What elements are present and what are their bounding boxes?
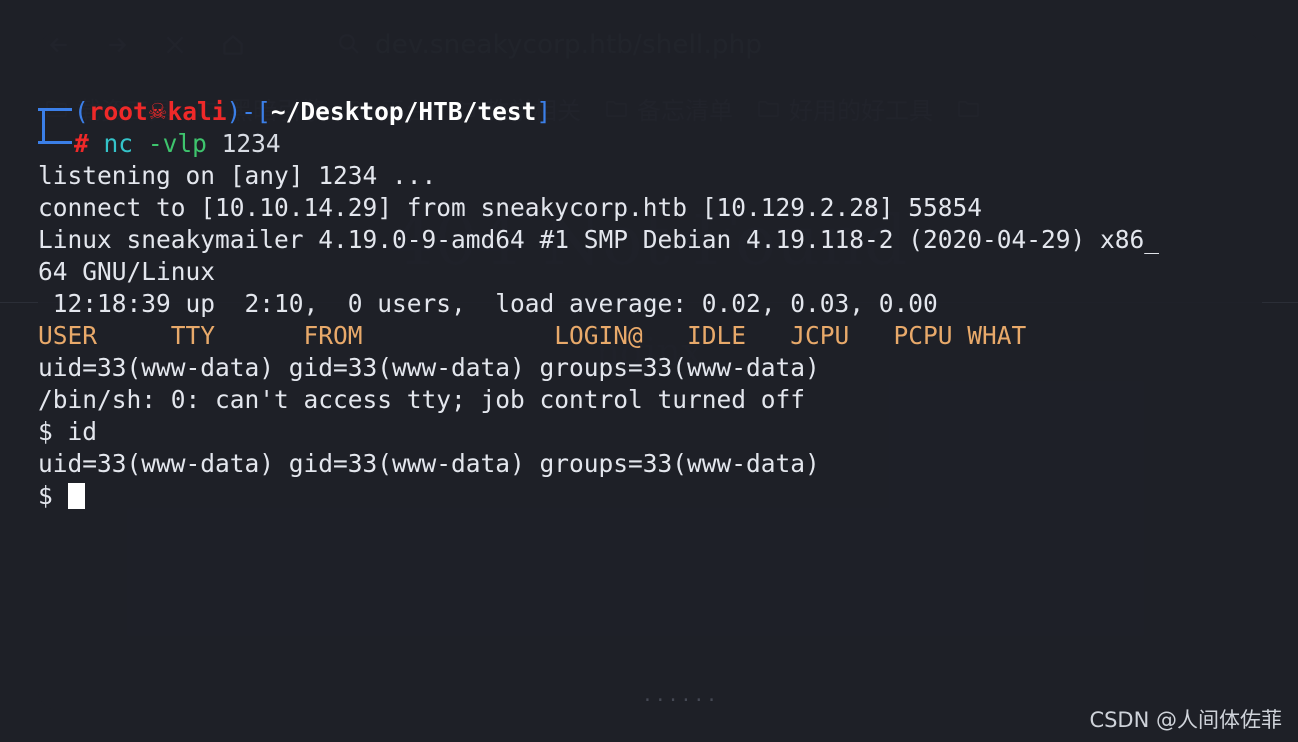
prompt-host: kali [167, 97, 227, 126]
output-line: listening on [any] 1234 ... [38, 161, 437, 190]
prompt-bracket-open: [ [256, 97, 271, 126]
scroll-dots-indicator: ······ [642, 690, 720, 710]
prompt-paren-open: ( [74, 97, 89, 126]
prompt-line-path: (root☠kali)-[~/Desktop/HTB/test] [38, 96, 551, 129]
shell-prompt-symbol: $ [38, 481, 53, 510]
shell-prompt-active[interactable]: $ [38, 480, 1262, 512]
shell-prompt-line: $ id [38, 416, 1262, 448]
w-command-header: USER TTY FROM LOGIN@ IDLE JCPU PCPU WHAT [38, 321, 1027, 350]
prompt-paren-close: ) [226, 97, 242, 126]
prompt-corner-top [38, 108, 72, 111]
output-line-id-result: uid=33(www-data) gid=33(www-data) groups… [38, 449, 820, 478]
prompt-corner-bottom [38, 141, 72, 144]
terminal-body[interactable]: (root☠kali)-[~/Desktop/HTB/test] # nc -v… [38, 58, 1262, 710]
output-line-id: uid=33(www-data) gid=33(www-data) groups… [38, 353, 820, 382]
csdn-watermark: CSDN @人间体佐菲 [1089, 708, 1282, 732]
output-line: connect to [10.10.14.29] from sneakycorp… [38, 193, 983, 222]
shell-prompt-symbol: $ [38, 417, 53, 446]
block-cursor-icon [67, 483, 85, 509]
kali-dragon-icon: ☠ [147, 100, 168, 125]
output-line: Linux sneakymailer 4.19.0-9-amd64 #1 SMP… [38, 225, 1160, 254]
prompt-line-command: # nc -vlp 1234 [38, 128, 281, 160]
output-line-uptime: 12:18:39 up 2:10, 0 users, load average:… [38, 289, 938, 318]
output-line: 64 GNU/Linux [38, 257, 216, 286]
prompt-hash: # [74, 129, 89, 158]
prompt-dash: - [241, 97, 257, 126]
command-name: nc [103, 129, 134, 158]
output-line-jobcontrol: /bin/sh: 0: can't access tty; job contro… [38, 385, 806, 414]
prompt-user: root [88, 97, 148, 126]
command-arg: 1234 [221, 129, 281, 158]
terminal-window[interactable]: (root☠kali)-[~/Desktop/HTB/test] # nc -v… [38, 32, 1262, 710]
shell-typed-command: id [67, 417, 98, 446]
command-flags: -vlp [147, 129, 207, 158]
prompt-path: ~/Desktop/HTB/test [270, 97, 537, 126]
terminal-output: listening on [any] 1234 ... connect to [… [38, 160, 1262, 512]
prompt-bracket-close: ] [536, 97, 552, 126]
